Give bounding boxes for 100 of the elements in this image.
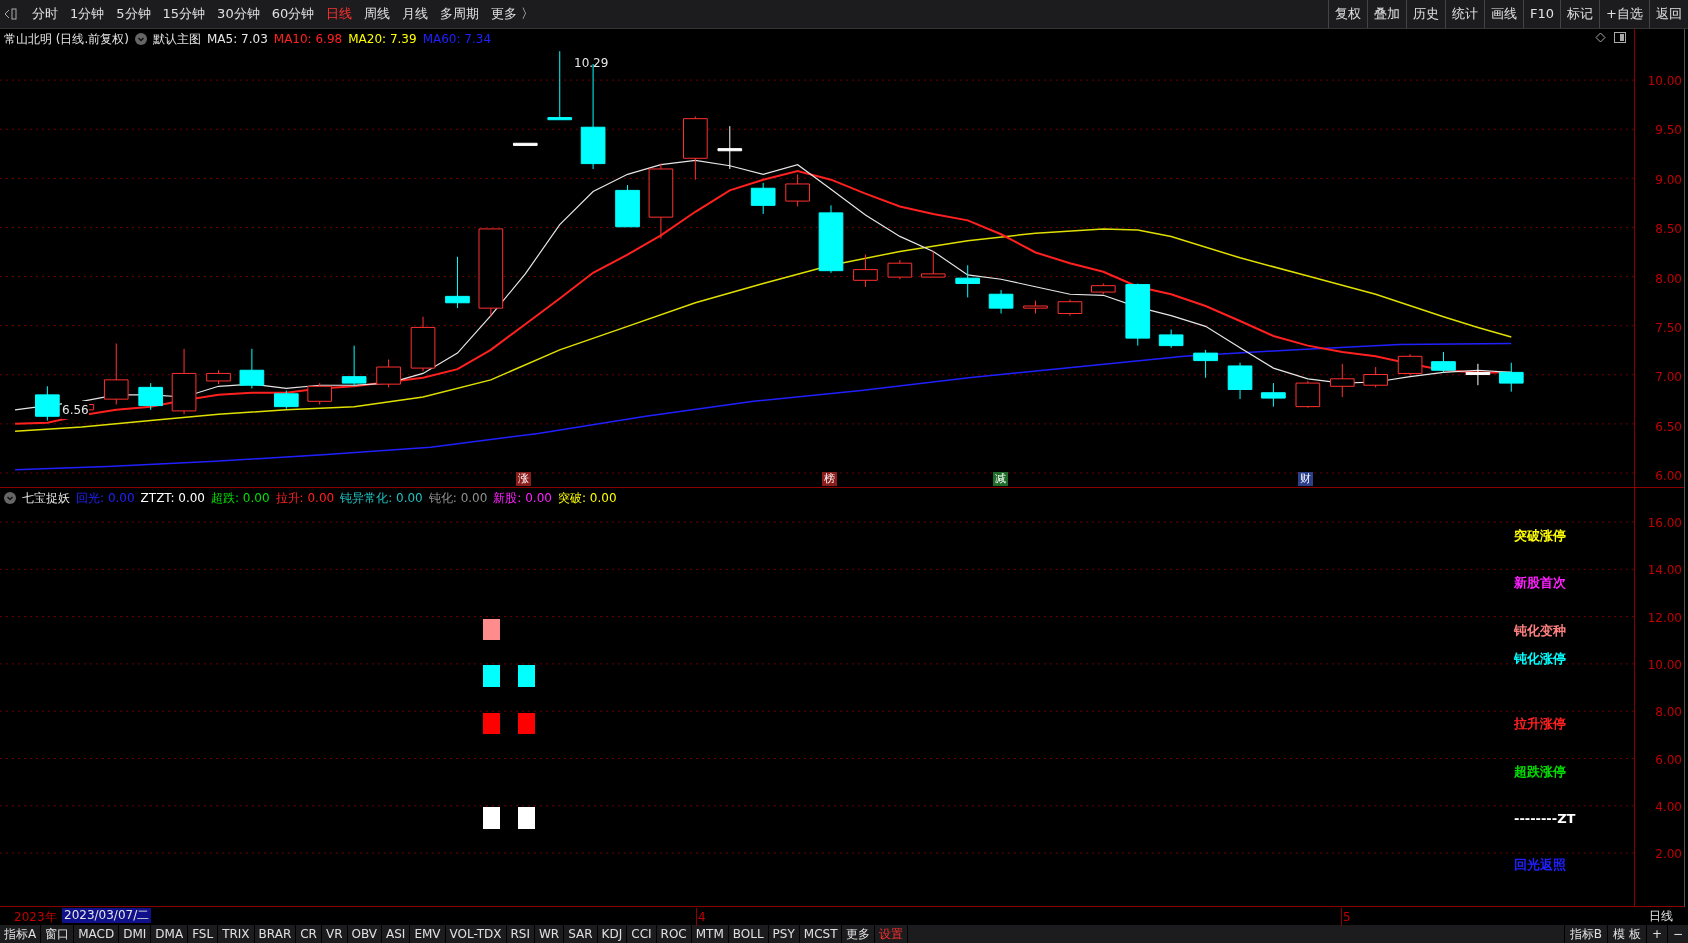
candlestick (1057, 299, 1083, 317)
bottom-button[interactable]: 模 板 (1607, 925, 1646, 943)
period-tab[interactable]: 1分钟 (64, 0, 111, 28)
indicator-tab[interactable]: KDJ (597, 925, 628, 943)
candlestick (1091, 283, 1116, 295)
period-tab[interactable]: 月线 (396, 0, 435, 28)
toolbar-button[interactable]: 历史 (1406, 0, 1446, 28)
indicator-tab[interactable]: 设置 (875, 925, 909, 943)
signal-bar (518, 713, 535, 734)
indicator-value: 钝化: 0.00 (428, 490, 488, 507)
indicator-axis-label: 10.00 (1647, 656, 1682, 674)
price-axis-label: 9.50 (1655, 122, 1682, 140)
diamond-icon[interactable] (1595, 32, 1606, 43)
period-tab[interactable]: 更多 〉 (485, 0, 541, 28)
indicator-tab[interactable]: DMI (119, 925, 152, 943)
indicator-tab[interactable]: MACD (74, 925, 120, 943)
period-label: 日线 (1648, 908, 1674, 925)
indicator-tab[interactable]: FSL (188, 925, 219, 943)
candlestick (615, 184, 640, 228)
candlestick (785, 173, 810, 207)
indicator-tab[interactable]: EMV (410, 925, 446, 943)
bottom-button[interactable]: 指标B (1563, 925, 1608, 943)
indicator-tab[interactable]: MCST (799, 925, 843, 943)
toolbar-button[interactable]: +自选 (1599, 0, 1649, 28)
indicator-tab[interactable]: RSI (506, 925, 535, 943)
candlestick (1363, 366, 1388, 388)
candlestick (1498, 362, 1524, 393)
indicator-tab[interactable]: 窗口 (41, 925, 75, 943)
ma-value: MA20: 7.39 (348, 30, 417, 48)
candlestick (1329, 363, 1355, 398)
period-tab[interactable]: 30分钟 (211, 0, 266, 28)
period-tab[interactable]: 60分钟 (265, 0, 321, 28)
indicator-tab[interactable]: OBV (347, 925, 383, 943)
indicator-tab[interactable]: MTM (691, 925, 729, 943)
candlestick (1397, 353, 1423, 377)
bottom-button[interactable]: + (1645, 925, 1667, 943)
bottom-button[interactable]: − (1666, 925, 1688, 943)
period-tab[interactable]: 5分钟 (110, 0, 157, 28)
indicator-tab[interactable]: VR (321, 925, 348, 943)
period-tab[interactable]: 日线 (320, 0, 359, 28)
period-tab[interactable]: 多周期 (434, 0, 486, 28)
indicator-axis-label: 2.00 (1655, 846, 1682, 864)
toolbar-button[interactable]: 标记 (1560, 0, 1600, 28)
period-tab[interactable]: 15分钟 (156, 0, 212, 28)
indicator-tab[interactable]: ASI (382, 925, 411, 943)
indicator-axis-label: 14.00 (1647, 562, 1682, 580)
sidebar-toggle-icon[interactable] (4, 8, 18, 20)
ma-value: MA5: 7.03 (207, 30, 268, 48)
indicator-tab[interactable]: SAR (564, 925, 598, 943)
event-marker[interactable]: 减 (993, 472, 1008, 486)
candlestick (818, 204, 844, 274)
candlestick (274, 390, 299, 410)
candlestick (547, 50, 573, 121)
indicator-value: ZTZT: 0.00 (140, 490, 205, 507)
indicator-tab[interactable]: TRIX (218, 925, 255, 943)
candlestick (35, 385, 60, 422)
indicator-tab[interactable]: CR (296, 925, 322, 943)
signal-label: 新股首次 (1514, 574, 1566, 592)
indicator-tab[interactable]: ROC (656, 925, 692, 943)
panel-icon[interactable] (1614, 32, 1626, 43)
candlestick (512, 142, 538, 146)
price-axis-label: 8.50 (1655, 221, 1682, 239)
indicator-tab[interactable]: VOL-TDX (445, 925, 507, 943)
price-axis-label: 6.50 (1655, 418, 1682, 436)
chevron-down-icon[interactable] (4, 492, 16, 504)
candlestick (307, 382, 333, 405)
candlestick (920, 250, 946, 278)
toolbar-button[interactable]: 统计 (1445, 0, 1485, 28)
toolbar-button[interactable]: 返回 (1649, 0, 1688, 28)
candlestick (206, 369, 231, 385)
event-marker[interactable]: 财 (1298, 472, 1313, 486)
event-marker[interactable]: 榜 (822, 472, 837, 486)
toolbar-button[interactable]: F10 (1523, 0, 1561, 28)
chevron-down-icon[interactable] (135, 32, 147, 45)
indicator-tab[interactable]: DMA (151, 925, 189, 943)
indicator-axis-label: 6.00 (1655, 751, 1682, 769)
toolbar-button[interactable]: 复权 (1328, 0, 1368, 28)
period-tab[interactable]: 周线 (358, 0, 397, 28)
candlestick (445, 256, 470, 309)
candlestick (138, 382, 164, 411)
toolbar-button[interactable]: 画线 (1484, 0, 1524, 28)
indicator-tab[interactable]: BRAR (254, 925, 297, 943)
indicator-tab[interactable]: 指标A (0, 925, 42, 943)
ma-value: MA10: 6.98 (273, 30, 343, 48)
year-label: 2023年 (14, 909, 57, 926)
indicator-tab[interactable]: WR (535, 925, 565, 943)
candlestick (376, 359, 401, 388)
event-marker[interactable]: 涨 (516, 472, 531, 486)
indicator-tab[interactable]: CCI (627, 925, 657, 943)
candlestick (1125, 283, 1151, 347)
indicator-tab[interactable]: PSY (768, 925, 800, 943)
period-tab[interactable]: 分时 (26, 0, 64, 28)
candlestick (683, 116, 708, 181)
cursor-date: 2023/03/07/二 (62, 908, 152, 923)
indicator-axis-label: 8.00 (1655, 704, 1682, 722)
toolbar-button[interactable]: 叠加 (1367, 0, 1407, 28)
indicator-tab[interactable]: 更多 (842, 925, 876, 943)
candlestick (1193, 349, 1218, 379)
signal-bar (483, 713, 500, 734)
indicator-tab[interactable]: BOLL (728, 925, 769, 943)
